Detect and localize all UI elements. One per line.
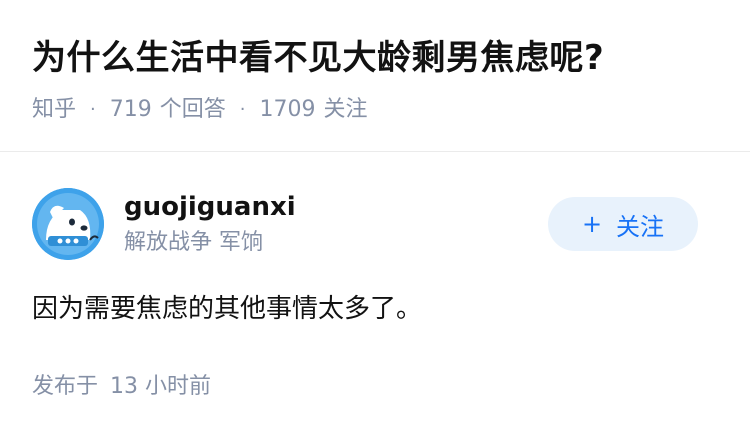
answers-label[interactable]: 个回答 (160, 94, 226, 126)
meta-separator: · (239, 99, 246, 120)
author-name[interactable]: guojiguanxi (124, 189, 548, 225)
avatar[interactable] (32, 188, 104, 260)
question-source: 知乎 (32, 97, 77, 122)
published-time: 13 小时前 (110, 374, 212, 399)
author-row: guojiguanxi 解放战争 军饷 + 关注 (32, 186, 718, 262)
follow-label: 关注 (616, 212, 665, 241)
follow-button[interactable]: + 关注 (548, 197, 698, 251)
author-info: guojiguanxi 解放战争 军饷 (124, 189, 548, 259)
published-label: 发布于 (32, 374, 99, 399)
meta-separator: · (90, 99, 96, 120)
blue-dog-avatar-icon (32, 188, 104, 260)
followers-count: 1709 (259, 97, 316, 122)
plus-icon: + (581, 210, 603, 238)
followers-label: 关注 (323, 97, 368, 122)
answer-time: 发布于 13 小时前 (32, 370, 211, 404)
divider (0, 151, 750, 152)
question-header: 为什么生活中看不见大龄剩男焦虑呢? 知乎 · 719 个回答 · 1709 关注 (32, 32, 722, 126)
answer-page: 为什么生活中看不见大龄剩男焦虑呢? 知乎 · 719 个回答 · 1709 关注 (0, 0, 750, 438)
question-meta: 知乎 · 719 个回答 · 1709 关注 (32, 94, 722, 126)
answer-content[interactable]: 因为需要焦虑的其他事情太多了。 (32, 287, 422, 331)
question-title[interactable]: 为什么生活中看不见大龄剩男焦虑呢? (32, 32, 722, 84)
author-bio: 解放战争 军饷 (124, 230, 263, 255)
answers-count: 719 (109, 97, 152, 122)
